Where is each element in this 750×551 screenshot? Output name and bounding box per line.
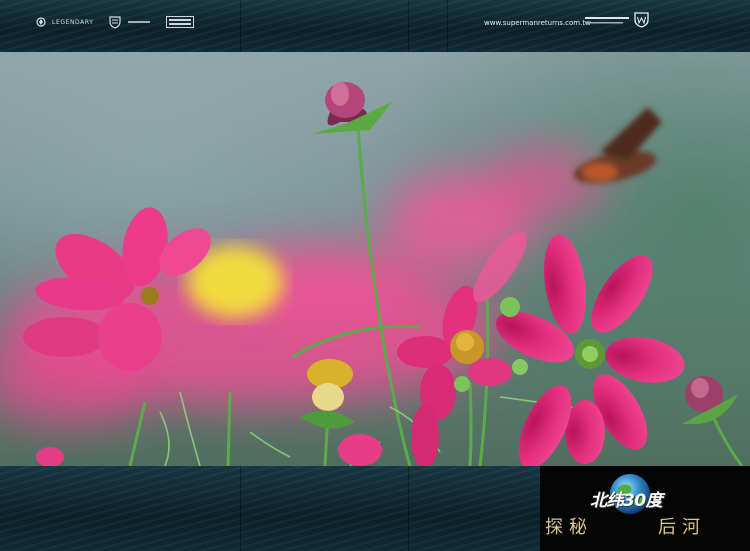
bottom-petal — [338, 434, 382, 466]
top-banner: LEGENDARY www.supermanreturns.com.tw — [0, 0, 750, 52]
legendary-emblem-icon — [36, 17, 46, 27]
shield-logo — [108, 12, 150, 32]
brand-subtitle-left: 探秘 — [545, 517, 593, 538]
website-url: www.supermanreturns.com.tw — [484, 19, 591, 27]
banner-divider — [408, 466, 409, 551]
legendary-logo-text: LEGENDARY — [52, 18, 94, 26]
wb-shield-icon — [634, 12, 649, 28]
banner-divider — [408, 0, 409, 52]
bottom-petal — [36, 447, 64, 466]
green-bud — [512, 359, 528, 375]
brand-title: 北纬30度 — [590, 491, 663, 511]
flower-scene — [0, 82, 744, 466]
right-pink-flower — [496, 234, 685, 466]
cosmos-flower-photo — [0, 52, 750, 466]
brand-subtitle-right: 后河 — [658, 517, 706, 538]
banner-divider — [447, 0, 448, 52]
blurred-moth — [573, 107, 662, 184]
studio-logo-icon — [166, 16, 194, 28]
top-flower-bud — [312, 82, 392, 134]
banner-divider — [240, 466, 241, 551]
banner-divider — [240, 0, 241, 52]
right-flower-bud — [682, 376, 738, 424]
warner-bros-wordmark — [585, 17, 629, 24]
green-bud — [500, 297, 520, 317]
shield-logo-wordmark — [128, 21, 150, 23]
legendary-logo: LEGENDARY — [36, 12, 94, 32]
shield-emblem-icon — [109, 16, 121, 29]
green-bud — [454, 376, 470, 392]
studio-logo — [166, 12, 194, 32]
